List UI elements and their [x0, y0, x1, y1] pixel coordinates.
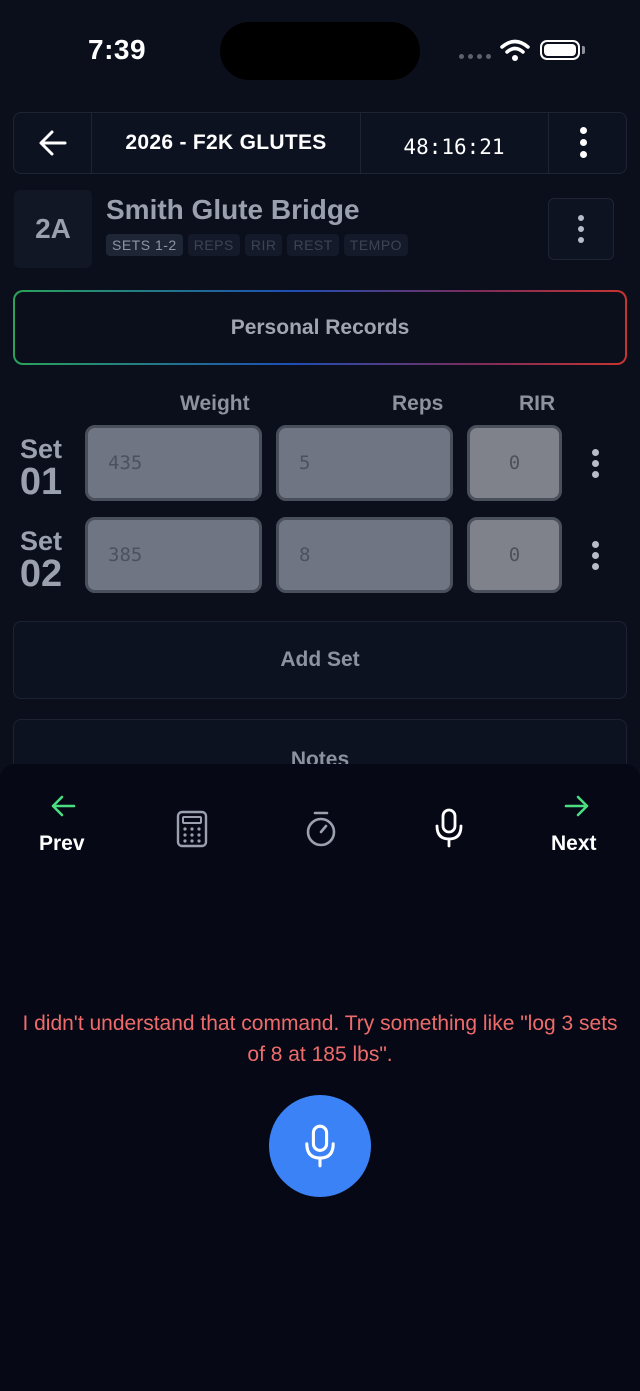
set-label-text: Set [19, 526, 63, 556]
set-number: 02 [19, 553, 63, 595]
personal-records-button[interactable]: Personal Records [13, 290, 627, 365]
set-label: Set 02 [16, 526, 66, 595]
status-time: 7:39 [88, 34, 147, 65]
tag-tempo: TEMPO [343, 234, 409, 256]
personal-records-label: Personal Records [15, 292, 625, 363]
header-divider [548, 113, 549, 173]
exercise-name[interactable]: Smith Glute Bridge [106, 194, 360, 226]
microphone-icon [305, 1124, 335, 1168]
signal-icon [459, 54, 491, 59]
tag-reps: REPS [187, 234, 240, 256]
record-voice-button[interactable] [269, 1095, 371, 1197]
battery-icon [540, 40, 580, 60]
workout-title: 2026 - F2K GLUTES [125, 131, 327, 154]
reps-input[interactable]: 5 [276, 425, 453, 501]
add-set-button[interactable]: Add Set [13, 621, 627, 699]
workout-timer: 48:16:21 [403, 135, 505, 159]
prev-button[interactable]: Prev [39, 832, 85, 856]
exercise-tags: SETS 1-2 REPS RIR REST TEMPO [106, 234, 409, 256]
set-menu-button[interactable] [592, 449, 599, 478]
back-arrow-icon[interactable] [38, 129, 68, 157]
more-vertical-icon[interactable] [580, 127, 587, 158]
dynamic-island [220, 22, 420, 80]
column-reps: Reps [392, 392, 444, 415]
exercise-menu-button[interactable] [548, 198, 614, 260]
tag-rest: REST [287, 234, 339, 256]
voice-error-message: I didn't understand that command. Try so… [22, 1012, 618, 1066]
column-rir: RIR [519, 392, 556, 415]
arrow-right-icon[interactable] [564, 794, 590, 818]
more-vertical-icon [592, 449, 599, 478]
rir-input[interactable]: 0 [467, 425, 562, 501]
set-label: Set 01 [16, 434, 66, 503]
more-vertical-icon [578, 215, 584, 243]
exercise-badge: 2A [14, 190, 92, 268]
reps-input[interactable]: 8 [276, 517, 453, 593]
calculator-icon[interactable] [175, 810, 209, 848]
column-weight: Weight [180, 392, 250, 415]
weight-input[interactable]: 435 [85, 425, 262, 501]
voice-sheet [0, 764, 640, 1391]
set-number: 01 [19, 461, 63, 503]
microphone-icon[interactable] [434, 808, 464, 848]
next-button[interactable]: Next [551, 832, 597, 856]
set-label-text: Set [19, 434, 63, 464]
set-menu-button[interactable] [592, 541, 599, 570]
rir-input[interactable]: 0 [467, 517, 562, 593]
battery-tip [582, 46, 585, 54]
tag-sets: SETS 1-2 [106, 234, 183, 256]
weight-input[interactable]: 385 [85, 517, 262, 593]
tag-rir: RIR [244, 234, 283, 256]
wifi-icon [500, 39, 530, 61]
more-vertical-icon [592, 541, 599, 570]
arrow-left-icon[interactable] [50, 794, 76, 818]
stopwatch-icon[interactable] [303, 810, 339, 848]
